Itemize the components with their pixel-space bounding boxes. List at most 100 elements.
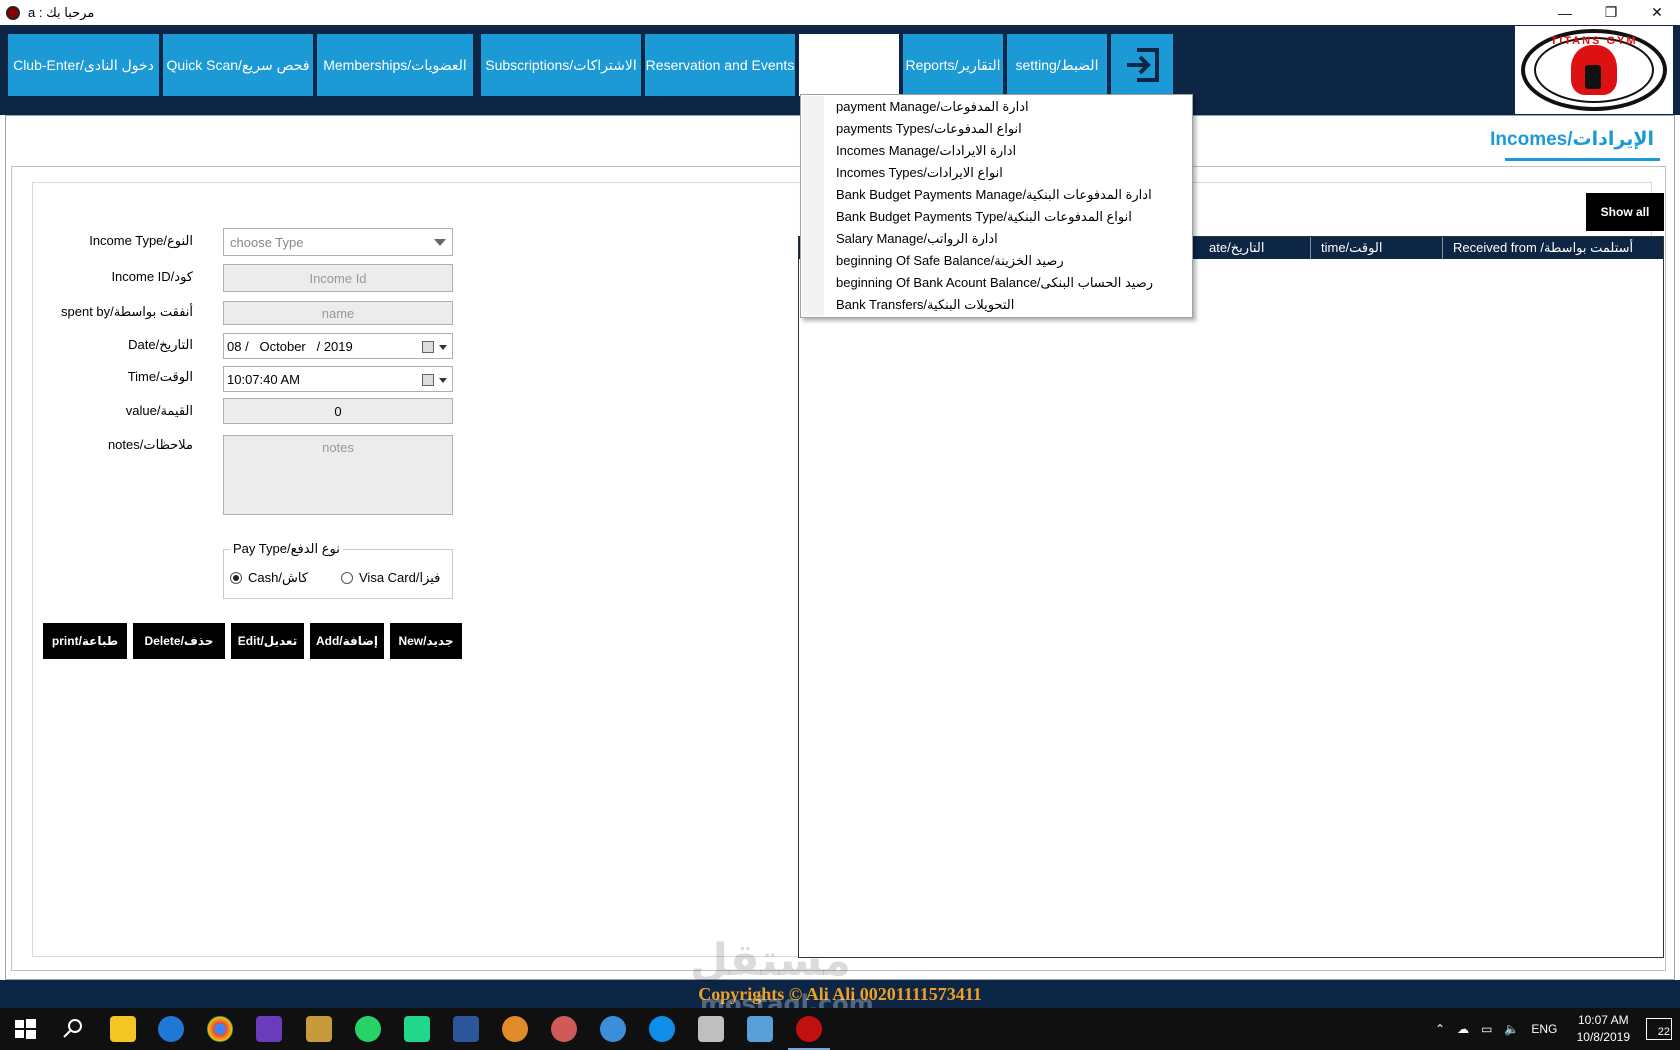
logout-button[interactable] <box>1111 34 1173 96</box>
income-id-field[interactable]: Income Id <box>223 264 453 292</box>
notification-center-icon[interactable]: 22 <box>1646 1018 1672 1040</box>
menu-icon-strip <box>802 96 824 316</box>
incomes-grid[interactable]: N ate/التاريخ time/الوقت Received from /… <box>798 236 1664 958</box>
window-controls: — ❐ ✕ <box>1542 0 1680 25</box>
window-title: a : مرحبا بك <box>28 4 95 20</box>
app-window-icon[interactable] <box>747 1016 773 1042</box>
menu-item-bank-account-balance[interactable]: beginning Of Bank Acount Balance/رصيد ال… <box>836 272 1153 294</box>
system-clock[interactable]: 10:07 AM 10/8/2019 <box>1577 1012 1630 1046</box>
nav-memberships[interactable]: Memberships/العضويات <box>317 34 473 96</box>
menu-item-payments-types[interactable]: payments Types/انواع المدفوعات <box>836 118 1022 140</box>
file-explorer-icon[interactable] <box>110 1016 136 1042</box>
visual-studio-icon[interactable] <box>256 1016 282 1042</box>
income-type-label: Income Type/النوع <box>89 233 193 248</box>
teamviewer-icon[interactable] <box>649 1016 675 1042</box>
calendar-icon <box>422 341 434 353</box>
gym-logo: TITANS GYM <box>1515 26 1673 114</box>
internet-explorer-icon[interactable] <box>600 1016 626 1042</box>
income-type-placeholder: choose Type <box>230 234 304 250</box>
spent-by-field[interactable]: name <box>223 301 453 325</box>
print-button[interactable]: print/طباعة <box>43 623 127 659</box>
minimize-button[interactable]: — <box>1542 0 1588 25</box>
time-label: Time/الوقت <box>127 369 193 384</box>
page-title: Incomes/الإيرادات <box>1490 129 1654 150</box>
menu-item-payment-manage[interactable]: payment Manage/ادارة المدفوعات <box>836 96 1029 118</box>
delete-button[interactable]: Delete/حذف <box>133 623 225 659</box>
nav-setting[interactable]: setting/الضبط <box>1007 34 1107 96</box>
nav-reports[interactable]: Reports/التقارير <box>903 34 1003 96</box>
value-field[interactable]: 0 <box>223 398 453 424</box>
chrome-icon[interactable] <box>207 1016 233 1042</box>
income-type-select[interactable]: choose Type <box>223 228 453 256</box>
menu-item-bank-budget-payments-manage[interactable]: Bank Budget Payments Manage/ادارة المدفو… <box>836 184 1152 206</box>
clock-picker-icon <box>422 374 434 386</box>
notification-count: 22 <box>1657 1026 1670 1038</box>
finance-menu: payment Manage/ادارة المدفوعات payments … <box>800 94 1193 318</box>
radio-empty-icon <box>341 572 353 584</box>
chevron-down-icon <box>434 239 446 246</box>
clock-time: 10:07 AM <box>1577 1013 1629 1027</box>
nav-finance[interactable]: Finance/المالية <box>799 34 899 96</box>
cash-label: Cash/كاش <box>248 570 308 585</box>
menu-item-incomes-manage[interactable]: Incomes Manage/ادارة الايرادات <box>836 140 1016 162</box>
grid-col-date[interactable]: ate/التاريخ <box>1199 237 1301 259</box>
language-indicator[interactable]: ENG <box>1531 1022 1557 1036</box>
network-icon[interactable]: ▭ <box>1481 1022 1492 1036</box>
gym-app-taskbar-icon[interactable] <box>788 1016 830 1050</box>
close-button[interactable]: ✕ <box>1634 0 1680 25</box>
time-picker[interactable]: 10:07:40 AM <box>223 366 453 392</box>
nav-subscriptions[interactable]: Subscriptions/الاشتراكات <box>481 34 641 96</box>
windows-start-icon[interactable] <box>12 1016 38 1042</box>
pycharm-icon[interactable] <box>404 1016 430 1042</box>
menu-item-bank-transfers[interactable]: Bank Transfers/التحويلات البنكية <box>836 294 1014 316</box>
edit-button[interactable]: Edit/تعديل <box>231 623 304 659</box>
new-button[interactable]: New/جديد <box>390 623 462 659</box>
volume-icon[interactable]: 🔈 <box>1504 1022 1519 1036</box>
clock-date: 10/8/2019 <box>1576 1030 1630 1044</box>
dropdown-arrow-icon <box>439 378 447 383</box>
search-icon[interactable] <box>60 1016 86 1042</box>
date-label: Date/التاريخ <box>128 337 193 352</box>
dropdown-arrow-icon <box>439 345 447 350</box>
taskbar: ⌃ ☁ ▭ 🔈 ENG 10:07 AM 10/8/2019 22 <box>0 1008 1680 1050</box>
visa-radio[interactable]: Visa Card/فيزا <box>341 570 440 586</box>
menu-item-bank-budget-payments-type[interactable]: Bank Budget Payments Type/انواع المدفوعا… <box>836 206 1132 228</box>
system-tray: ⌃ ☁ ▭ 🔈 ENG <box>1435 1008 1557 1050</box>
notes-label: notes/ملاحظات <box>107 437 193 452</box>
app-icon <box>6 5 20 20</box>
title-bar: a : مرحبا بك — ❐ ✕ <box>0 0 1680 25</box>
onedrive-cloud-icon[interactable]: ☁ <box>1457 1022 1469 1036</box>
time-value: 10:07:40 AM <box>227 371 300 387</box>
whatsapp-icon[interactable] <box>355 1016 381 1042</box>
value-label: value/القيمة <box>125 403 193 418</box>
radio-selected-icon <box>230 572 242 584</box>
paint-icon[interactable] <box>502 1016 528 1042</box>
menu-item-salary-manage[interactable]: Salary Manage/ادارة الرواتب <box>836 228 998 250</box>
grid-col-time[interactable]: time/الوقت <box>1310 237 1442 259</box>
menu-item-incomes-types[interactable]: Incomes Types/انواع الايرادات <box>836 162 1003 184</box>
income-id-label: Income ID/كود <box>111 269 193 284</box>
date-picker[interactable]: 08 / October / 2019 <box>223 333 453 359</box>
nav-reservation-events[interactable]: Reservation and Events <box>645 34 795 96</box>
cash-radio[interactable]: Cash/كاش <box>230 570 308 586</box>
grid-col-received-from[interactable]: Received from /أستلمت بواسطة <box>1442 237 1664 259</box>
database-icon[interactable] <box>698 1016 724 1042</box>
exit-icon <box>1127 48 1159 82</box>
date-value: 08 / October / 2019 <box>227 338 353 354</box>
nav-club-enter[interactable]: Club-Enter/دخول النادى <box>8 34 159 96</box>
brain-app-icon[interactable] <box>551 1016 577 1042</box>
visa-label: Visa Card/فيزا <box>359 570 441 585</box>
tools-icon[interactable] <box>306 1016 332 1042</box>
spartan-helmet-icon <box>1571 45 1617 95</box>
page-title-underline <box>1505 158 1660 161</box>
menu-item-safe-balance[interactable]: beginning Of Safe Balance/رصيد الخزينة <box>836 250 1064 272</box>
restore-button[interactable]: ❐ <box>1588 0 1634 25</box>
tray-chevron-up-icon[interactable]: ⌃ <box>1435 1022 1445 1036</box>
notes-textarea[interactable]: notes <box>223 435 453 515</box>
add-button[interactable]: Add/إضافة <box>310 623 384 659</box>
pay-type-group: Pay Type/نوع الدفع Cash/كاش Visa Card/في… <box>223 541 453 599</box>
edge-browser-icon[interactable] <box>158 1016 184 1042</box>
window-app-icon[interactable] <box>453 1016 479 1042</box>
show-all-button[interactable]: Show all <box>1586 193 1664 231</box>
nav-quick-scan[interactable]: Quick Scan/فحص سريع <box>163 34 313 96</box>
